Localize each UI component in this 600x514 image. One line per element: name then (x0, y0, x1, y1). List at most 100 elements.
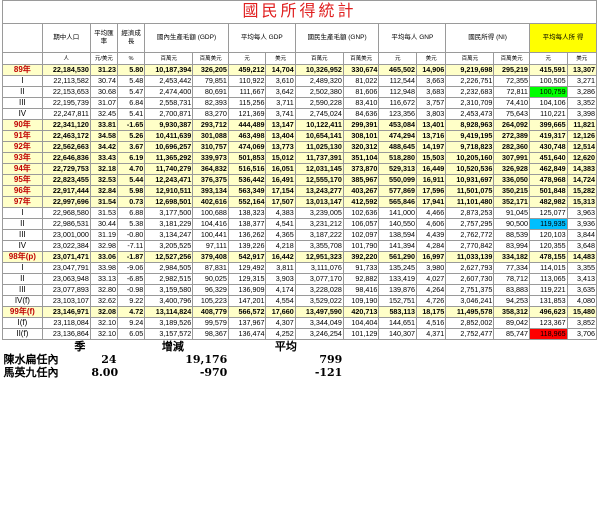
table-cell: 550,099 (378, 174, 418, 186)
table-cell: 91,733 (342, 262, 380, 274)
quarter-row: I(f) 23,118,084 32.10 9.24 3,189,526 99,579 13… (2, 317, 598, 329)
table-cell: 3,635 (566, 284, 598, 296)
table-cell: 399,665 (528, 119, 568, 131)
table-cell: 2,607,730 (445, 273, 495, 285)
table-cell: 3,936 (566, 218, 598, 230)
table-cell: 3,239,005 (294, 207, 344, 219)
header-row: 期中人口 平均匯率 經濟成長 國內生產毛額 (GDP) 平均每人 GDP 國民生產毛額 (… (2, 23, 598, 53)
table-cell: 14,383 (566, 163, 598, 175)
table-cell: 104,106 (528, 97, 568, 109)
table-cell: 32.84 (89, 185, 119, 197)
table-cell: 83,270 (192, 108, 229, 120)
table-cell: 4,080 (566, 295, 598, 307)
table-cell: 501,848 (528, 185, 568, 197)
unit-cell: 百萬美元 (192, 52, 229, 65)
table-cell: -1.65 (117, 119, 146, 131)
table-cell: 3,400,796 (144, 295, 194, 307)
table-cell: 10,326,952 (294, 64, 344, 76)
table-cell: 33.43 (89, 152, 119, 164)
table-cell: 23,077,893 (41, 284, 91, 296)
table-cell: 14,704 (265, 64, 296, 76)
table-cell: 4,606 (416, 218, 447, 230)
table-cell: 23,071,471 (41, 251, 91, 263)
table-cell: 14,483 (566, 251, 598, 263)
table-cell: 2,590,228 (294, 97, 344, 109)
table-cell: 444,489 (227, 119, 267, 131)
table-cell: 2,558,731 (144, 97, 194, 109)
table-cell: 3,757 (416, 97, 447, 109)
table-cell: 320,312 (342, 141, 380, 153)
table-cell: 566,572 (227, 306, 267, 318)
table-cell: 17,941 (416, 196, 447, 208)
unit-cell: 百萬元 (445, 52, 495, 65)
table-cell: 72,811 (493, 86, 530, 98)
table-cell: 15,313 (566, 196, 598, 208)
table-cell: 5.98 (117, 185, 146, 197)
column-header: 經濟成長 (117, 23, 146, 53)
table-cell: 462,849 (528, 163, 568, 175)
table-cell: 9.24 (117, 317, 146, 329)
table-cell: 16,051 (265, 163, 296, 175)
table-cell: 32.98 (89, 240, 119, 252)
table-cell: 32.18 (89, 163, 119, 175)
table-cell: 5.44 (117, 174, 146, 186)
table-cell: 282,360 (493, 141, 530, 153)
table-cell: 563,349 (227, 185, 267, 197)
table-cell: 3,610 (265, 75, 296, 87)
table-cell: 22,646,836 (41, 152, 91, 164)
summary-value: 24 (101, 353, 117, 366)
table-cell: 12,031,145 (294, 163, 344, 175)
table-cell: 77,334 (493, 262, 530, 274)
summary-header: 季 增減 平均 (3, 340, 597, 354)
table-cell: 364,832 (192, 163, 229, 175)
quarter-row: IV 22,247,811 32.45 5.41 2,700,871 83,270 121,… (2, 108, 598, 120)
table-cell: 2,757,295 (445, 218, 495, 230)
summary-value: -970 (199, 366, 228, 379)
table-cell: 137,967 (227, 317, 267, 329)
table-cell: 11,101,480 (445, 196, 495, 208)
table-cell: 13,716 (416, 130, 447, 142)
summary-column-header: 季 (74, 340, 86, 353)
table-cell: 3,741 (265, 108, 296, 120)
table-cell: 14,906 (416, 64, 447, 76)
summary-column-header: 增減 (161, 340, 184, 353)
table-cell: 85,747 (493, 328, 530, 340)
table-cell: 3,642 (265, 86, 296, 98)
table-cell: 488,645 (378, 141, 418, 153)
table-cell: 22,184,530 (41, 64, 91, 76)
quarter-row: II 23,063,948 33.13 -6.85 2,982,515 90,025 129… (2, 273, 598, 285)
table-cell: 112,948 (378, 86, 418, 98)
table-cell: 31.07 (89, 97, 119, 109)
table-cell: 272,389 (493, 130, 530, 142)
table-cell: 3,231,212 (294, 218, 344, 230)
table-cell: -0.98 (117, 284, 146, 296)
table-cell: 15,012 (265, 152, 296, 164)
summary-value: -121 (314, 366, 343, 379)
table-cell: -7.11 (117, 240, 146, 252)
table-cell: 3,711 (265, 97, 296, 109)
period-label: 93年 (2, 152, 43, 164)
table-cell: 6.84 (117, 97, 146, 109)
table-cell: 2,873,253 (445, 207, 495, 219)
table-cell: 123,356 (378, 108, 418, 120)
table-cell: 301,088 (192, 130, 229, 142)
table-cell: 3,246,254 (294, 328, 344, 340)
table-cell: 459,212 (227, 64, 267, 76)
table-cell: 3,355 (566, 262, 598, 274)
table-cell: 13,147 (265, 119, 296, 131)
summary-column-header: 平均 (274, 340, 297, 353)
table-cell: 115,256 (227, 97, 267, 109)
table-cell: 136,262 (227, 229, 267, 241)
summary-label: 馬英九任內 (3, 366, 59, 379)
table-cell: 140,550 (378, 218, 418, 230)
table-cell: 22,153,653 (41, 86, 91, 98)
quarter-row: II(f) 23,136,864 32.10 6.05 3,157,572 98,367 1… (2, 328, 598, 340)
table-cell: 111,667 (227, 86, 267, 98)
table-cell: 3,663 (416, 75, 447, 87)
period-label: II (2, 273, 43, 285)
table-cell: 385,967 (342, 174, 380, 186)
period-label: III (2, 229, 43, 241)
table-cell: 3,344,049 (294, 317, 344, 329)
table-cell: 72,355 (493, 75, 530, 87)
table-cell: 577,869 (378, 185, 418, 197)
